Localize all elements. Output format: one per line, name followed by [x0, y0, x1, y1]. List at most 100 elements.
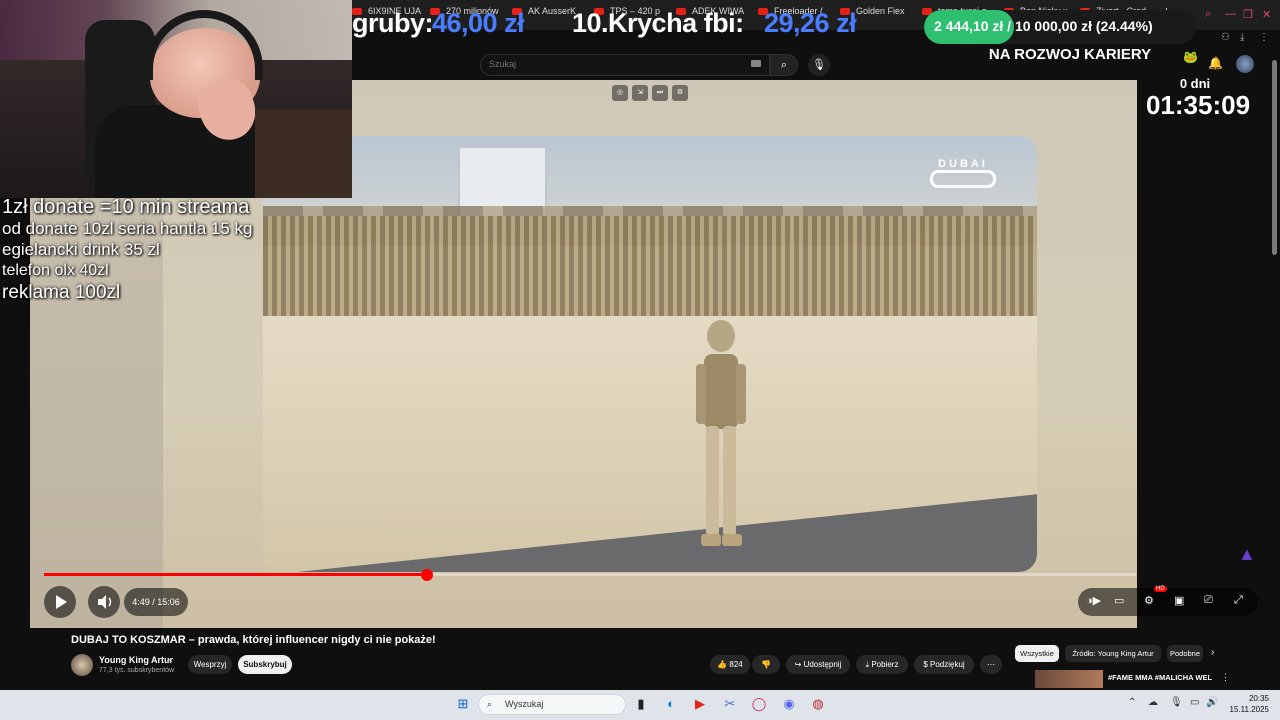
more-icon[interactable]: ⋮	[1221, 672, 1230, 683]
stat-left-label: gruby:	[352, 8, 434, 38]
edge-icon[interactable]: ◐	[663, 696, 679, 712]
fullscreen-icon[interactable]: ⤢	[1234, 594, 1243, 607]
taskbar-search-placeholder: Wyszukaj	[505, 699, 544, 709]
stat-mid-value: 29,26 zł	[764, 8, 857, 38]
chevron-right-icon[interactable]: ›	[1211, 647, 1214, 658]
share-button[interactable]: ↪ Udostępnij	[786, 655, 850, 674]
more-actions-button[interactable]: ⋯	[980, 655, 1002, 674]
stat-mid-label: 10.Krycha fbi:	[572, 8, 744, 38]
stream-timer: 01:35:09	[1145, 90, 1251, 120]
dislike-icon: 👎	[761, 660, 771, 669]
support-button[interactable]: Wesprzyj	[188, 655, 232, 674]
chip-source[interactable]: Źródło: Young King Artur	[1065, 645, 1161, 662]
dislike-button[interactable]: 👎	[752, 655, 780, 674]
obs-icon[interactable]: ◍	[810, 696, 826, 712]
youtube-app-icon[interactable]: ▶	[692, 696, 708, 712]
miniplayer-icon[interactable]: ▣	[1174, 594, 1184, 607]
subtitles-icon[interactable]: ▭	[1114, 594, 1124, 607]
taskbar-search[interactable]: ⌕ Wyszukaj	[478, 694, 626, 715]
side-video-thumbnail[interactable]	[1035, 670, 1103, 688]
notifications-icon[interactable]: 🔔	[1208, 56, 1223, 70]
clock-time[interactable]: 20:35	[1225, 694, 1269, 703]
voice-search-button[interactable]: 🎙	[808, 54, 830, 76]
channel-name[interactable]: Young King Artur	[99, 655, 173, 665]
donation-line: reklama 100zl	[2, 282, 121, 303]
video-mini-controls: ◎ ⇲ ⏭ ⚙	[612, 85, 690, 103]
clock-date[interactable]: 15.11.2025	[1215, 705, 1269, 714]
cast-icon[interactable]: ⎚	[1204, 594, 1213, 607]
more-icon: ⋯	[987, 660, 995, 669]
windows-start-icon[interactable]: ⊞	[455, 696, 471, 712]
channel-watermark-logo	[930, 170, 996, 188]
overlay-logo-icon: ▲	[1238, 544, 1256, 564]
like-button[interactable]: 👍 824	[710, 655, 750, 674]
network-icon[interactable]: ▭	[1190, 697, 1199, 708]
like-icon: 👍	[717, 660, 730, 669]
chip-similar[interactable]: Podobne	[1167, 645, 1203, 662]
account-avatar[interactable]	[1236, 55, 1254, 73]
subscribe-button[interactable]: Subskrybuj	[238, 655, 292, 674]
thanks-icon: $	[923, 660, 930, 669]
player-right-controls: ◑▶ ▭ ⚙ HD ▣ ⎚ ⤢	[1078, 586, 1258, 616]
play-icon	[56, 595, 67, 609]
video-frame[interactable]	[263, 136, 1037, 572]
donation-line: od donate 10zl seria hantla 15 kg	[2, 219, 253, 238]
search-box[interactable]	[480, 54, 770, 76]
search-icon[interactable]: ⌕	[1205, 8, 1211, 21]
channel-subscribers: 77,3 tys. subskrybentów	[99, 667, 175, 674]
scrollbar-thumb[interactable]	[1272, 60, 1277, 255]
keyboard-icon[interactable]	[751, 60, 761, 67]
autoplay-toggle[interactable]: ◑▶	[1086, 594, 1101, 607]
hd-badge: HD	[1154, 586, 1167, 592]
video-troops	[263, 216, 1037, 316]
close-icon[interactable]: ✕	[1262, 8, 1271, 21]
maximize-icon[interactable]: ❐	[1243, 8, 1253, 21]
profile-icon[interactable]: ⚇	[1221, 32, 1230, 43]
opera-icon[interactable]: ◯	[751, 696, 767, 712]
download-icon[interactable]: ⤓	[1240, 32, 1244, 43]
play-button[interactable]	[44, 586, 76, 618]
onedrive-icon[interactable]: ☁	[1148, 697, 1158, 708]
download-button[interactable]: ⤓ Pobierz	[856, 655, 908, 674]
skip-icon[interactable]: ⏭	[652, 85, 668, 101]
video-title: DUBAJ TO KOSZMAR – prawda, której influe…	[71, 634, 436, 646]
donation-line: 1zł donate =10 min streama	[2, 196, 250, 218]
channel-avatar[interactable]	[71, 654, 93, 676]
donation-stats: gruby: 46,00 zł 10.Krycha fbi: 29,26 zł	[352, 8, 932, 44]
webcam-shelf	[255, 110, 352, 198]
thanks-button[interactable]: $ Podziękuj	[914, 655, 974, 674]
recommendation-chips: Wszystkie Źródło: Young King Artur Podob…	[1015, 645, 1225, 662]
side-video-item[interactable]: #FAME MMA #MALICHA WEL ⋮	[1015, 670, 1235, 688]
tray-chevron-icon[interactable]: ⌃	[1128, 697, 1136, 708]
donation-line: telefon olx 40zl	[2, 262, 109, 279]
search-icon: ⌕	[780, 59, 788, 71]
side-video-title[interactable]: #FAME MMA #MALICHA WEL	[1108, 673, 1212, 682]
volume-button[interactable]	[88, 586, 120, 618]
progress-scrubber[interactable]	[421, 569, 433, 581]
snipping-tool-icon[interactable]: ✂	[722, 696, 738, 712]
screenshot-icon[interactable]: ◎	[612, 85, 628, 101]
settings-icon[interactable]: ⚙	[1144, 594, 1154, 607]
microphone-icon: 🎙	[812, 59, 826, 71]
discord-icon[interactable]: ◉	[781, 696, 797, 712]
search-button[interactable]: ⌕	[770, 54, 798, 76]
microphone-tray-icon[interactable]: 🎙	[1170, 697, 1183, 708]
frog-icon: 🐸	[1183, 50, 1198, 64]
verified-icon: ✔	[166, 656, 173, 665]
minimize-icon[interactable]: —	[1225, 8, 1236, 20]
donation-line: egielancki drink 35 zl	[2, 240, 160, 259]
search-input[interactable]	[489, 59, 739, 69]
donation-goal-bar: 2 444,10 zł / 10 000,00 zł (24.44%)	[924, 10, 1196, 44]
stream-days: 0 dni	[1179, 76, 1211, 91]
search-icon: ⌕	[487, 699, 493, 709]
speed-icon[interactable]: ⚙	[672, 85, 688, 101]
time-display: 4:49 / 15:06	[124, 588, 188, 616]
menu-icon[interactable]: ⋮	[1259, 32, 1269, 43]
task-view-icon[interactable]: ▮	[633, 696, 649, 712]
video-soldier	[696, 320, 746, 546]
stat-left-value: 46,00 zł	[432, 8, 525, 38]
donation-goal-text: 2 444,10 zł / 10 000,00 zł (24.44%)	[934, 18, 1153, 34]
popout-icon[interactable]: ⇲	[632, 85, 648, 101]
channel-watermark: DUBAI	[938, 158, 988, 170]
chip-all[interactable]: Wszystkie	[1015, 645, 1059, 662]
